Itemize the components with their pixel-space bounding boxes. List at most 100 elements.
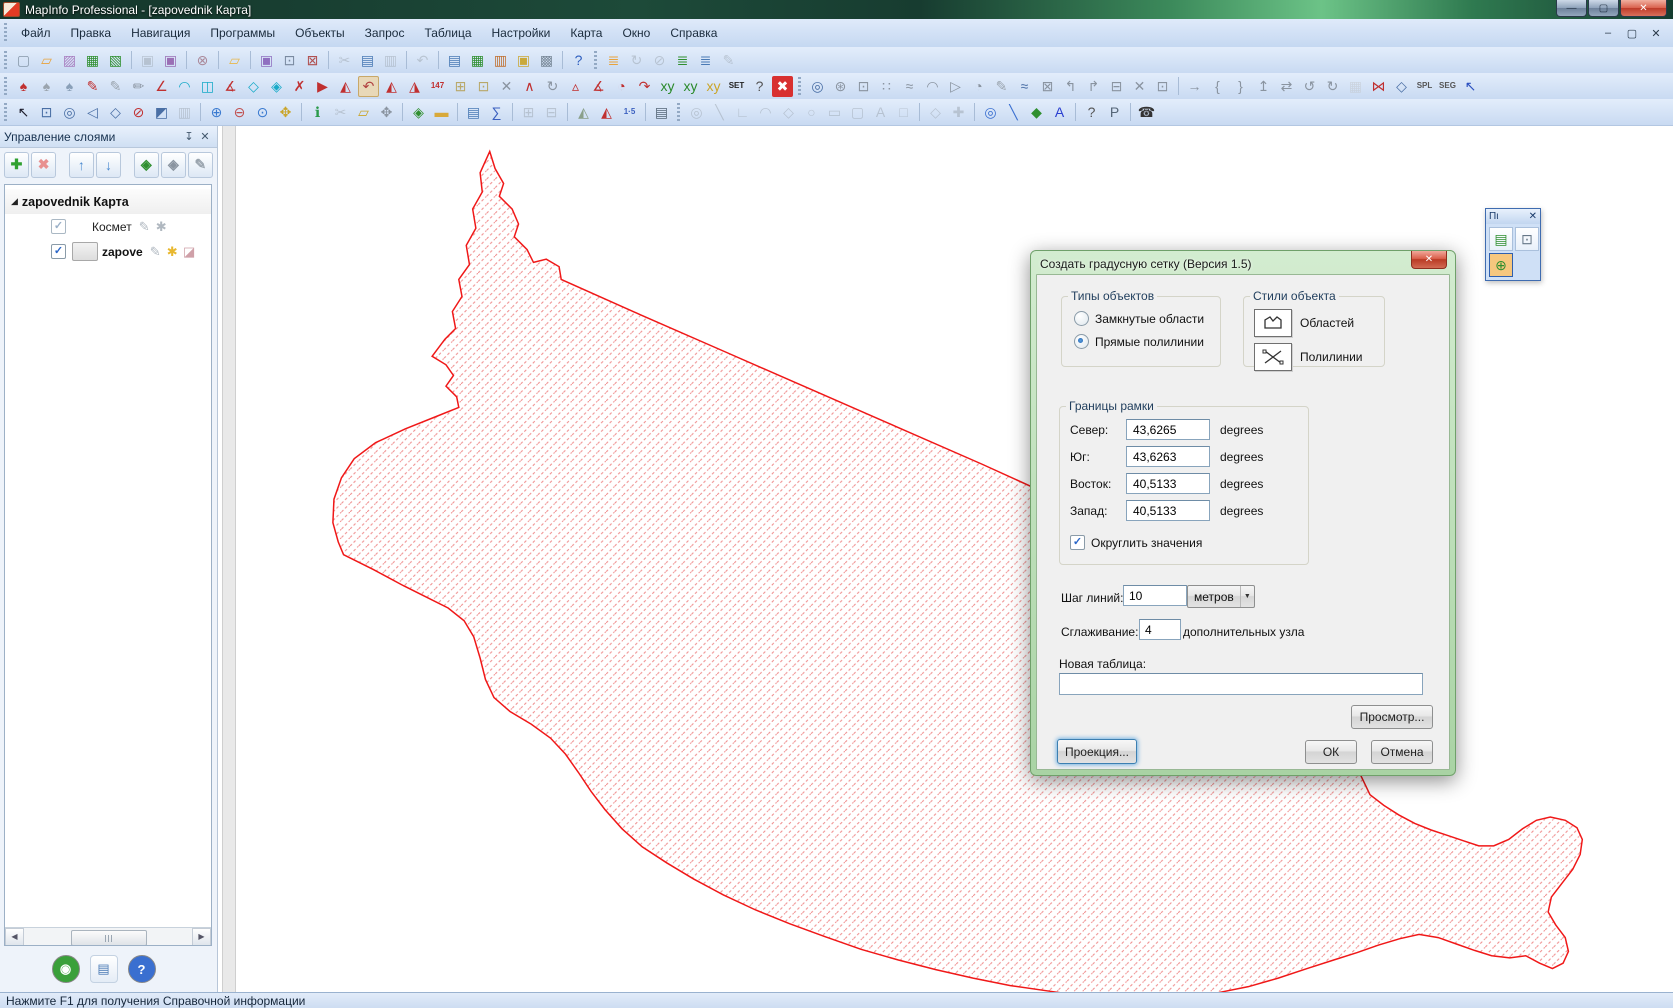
percent-box-icon[interactable]: ⊟ — [1106, 76, 1127, 97]
round-values-checkbox[interactable] — [1070, 535, 1085, 550]
ruler-icon[interactable]: ▬ — [431, 102, 452, 123]
step-input[interactable] — [1123, 585, 1187, 606]
menu-item-4[interactable]: Объекты — [285, 20, 355, 47]
close-button[interactable]: ✕ — [1620, 0, 1667, 17]
smoothing-input[interactable] — [1139, 619, 1181, 640]
mirror-object-icon[interactable]: ◭ — [335, 76, 356, 97]
menu-item-5[interactable]: Запрос — [355, 20, 415, 47]
drag-map-window-icon[interactable]: ✥ — [376, 102, 397, 123]
layer-style-swatch[interactable] — [72, 242, 98, 261]
angle-query-icon[interactable]: ∠ — [151, 76, 172, 97]
apply-style-gray-icon[interactable]: ✎ — [105, 76, 126, 97]
mdi-minimize-button[interactable]: – — [1601, 27, 1615, 40]
checker-box-icon[interactable]: ⊠ — [1037, 76, 1058, 97]
pin-icon[interactable]: ↧ — [181, 130, 197, 143]
small-cross-icon[interactable]: ✕ — [1129, 76, 1150, 97]
palette-query-icon[interactable]: ◔ — [968, 76, 989, 97]
angle-dimension-icon[interactable]: ∡ — [588, 76, 609, 97]
hotlink-phone-icon[interactable]: ☎ — [1136, 102, 1157, 123]
arrow-box-icon[interactable]: ▷ — [945, 76, 966, 97]
grid-settings-icon[interactable]: ⊡ — [1515, 227, 1539, 251]
new-layout-icon[interactable]: ▣ — [513, 50, 534, 71]
autolabel-star-icon[interactable]: ✱ — [164, 244, 181, 260]
menu-item-9[interactable]: Окно — [612, 20, 660, 47]
radio-closed-regions[interactable]: Замкнутые области — [1074, 311, 1220, 326]
snap-settings-icon[interactable]: ⊛ — [830, 76, 851, 97]
panel-close-icon[interactable]: ✕ — [197, 130, 213, 143]
dome-icon[interactable]: ◠ — [922, 76, 943, 97]
offset-dimension-icon[interactable]: ⊡ — [473, 76, 494, 97]
region-style-icon[interactable]: ◆ — [1026, 102, 1047, 123]
mapcad-help-2-icon[interactable]: ? — [1081, 102, 1102, 123]
help-contents-icon[interactable]: ? — [568, 50, 589, 71]
arc-ccw-icon[interactable]: ↺ — [1299, 76, 1320, 97]
set-coordinate-icon[interactable]: SET — [726, 76, 747, 97]
link-nodes-icon[interactable]: ⋈ — [1368, 76, 1389, 97]
distance-scale-icon[interactable]: ◭ — [596, 102, 617, 123]
autolabel-icon[interactable]: ✱ — [153, 219, 170, 235]
mdi-restore-button[interactable]: ▢ — [1625, 27, 1639, 40]
step-units-select[interactable]: метров ▼ — [1187, 585, 1255, 608]
layer-tree-root[interactable]: ◢ zapovednik Карта — [5, 189, 211, 214]
layer-row-zapovednik[interactable]: zapove ✎ ✱ ◪ — [5, 239, 211, 264]
pencil-gray-icon[interactable]: ✎ — [991, 76, 1012, 97]
xy-circle-icon[interactable]: xy — [703, 76, 724, 97]
menu-item-7[interactable]: Настройки — [482, 20, 561, 47]
copy-icon[interactable]: ▤ — [357, 50, 378, 71]
edit-style-icon[interactable]: ✎ — [136, 219, 153, 235]
xy-line-icon[interactable]: xy — [657, 76, 678, 97]
add-layer-icon[interactable]: ✚ — [4, 152, 29, 178]
remove-layer-icon[interactable]: ✖ — [31, 152, 56, 178]
split-object-icon[interactable]: SPL — [1414, 76, 1435, 97]
select-icon[interactable]: ↖ — [13, 102, 34, 123]
scale-bar-icon[interactable]: 1·5 — [619, 102, 640, 123]
text-style-icon[interactable]: A — [1049, 102, 1070, 123]
hscroll-thumb[interactable] — [71, 930, 147, 946]
polyline-style-button[interactable] — [1254, 343, 1292, 371]
menu-item-10[interactable]: Справка — [660, 20, 727, 47]
menu-item-3[interactable]: Программы — [200, 20, 285, 47]
layer-tree-hscrollbar[interactable]: ◀ ▶ — [5, 927, 211, 945]
copy-frame-icon[interactable]: ⊡ — [853, 76, 874, 97]
south-input[interactable] — [1126, 446, 1210, 467]
zoom-in-icon[interactable]: ⊕ — [206, 102, 227, 123]
line-style-icon[interactable]: ╲ — [1003, 102, 1024, 123]
triangle-left-icon[interactable]: ◭ — [381, 76, 402, 97]
cross-section-icon[interactable]: ✕ — [496, 76, 517, 97]
menu-item-8[interactable]: Карта — [560, 20, 612, 47]
close-universal-link-icon[interactable]: ⊗ — [192, 50, 213, 71]
radius-select-icon[interactable]: ◎ — [59, 102, 80, 123]
block-move-icon[interactable]: ↥ — [1253, 76, 1274, 97]
coordinate-label-icon[interactable]: 147 — [427, 76, 448, 97]
boundary-select-icon[interactable]: ◇ — [105, 102, 126, 123]
fillet-corner-icon[interactable]: ◠ — [174, 76, 195, 97]
swap-arrows-icon[interactable]: ⇄ — [1276, 76, 1297, 97]
show-legend-icon[interactable]: ▤ — [463, 102, 484, 123]
new-table-icon[interactable]: ▢ — [13, 50, 34, 71]
marquee-select-icon[interactable]: ⊡ — [36, 102, 57, 123]
new-grapher-icon[interactable]: ▥ — [490, 50, 511, 71]
brace-left-icon[interactable]: { — [1207, 76, 1228, 97]
panel-splitter[interactable] — [222, 126, 236, 992]
triangle-right-icon[interactable]: ◮ — [404, 76, 425, 97]
minimize-button[interactable]: — — [1556, 0, 1587, 17]
layer-labels-icon[interactable]: ✎ — [188, 152, 213, 178]
save-copy-as-icon[interactable]: ▣ — [160, 50, 181, 71]
unselect-all-icon[interactable]: ⊘ — [128, 102, 149, 123]
rotate-rectangle-query-icon[interactable]: ◈ — [266, 76, 287, 97]
mapcad-help-icon[interactable]: ? — [749, 76, 770, 97]
save-workspace-icon[interactable]: ▣ — [256, 50, 277, 71]
layer-visible-checkbox[interactable] — [51, 219, 66, 234]
box-query-icon[interactable]: ⊡ — [1152, 76, 1173, 97]
peaks-icon[interactable]: ∧ — [519, 76, 540, 97]
open-web-map-service-icon[interactable]: ▦ — [82, 50, 103, 71]
clip-region-on-off-icon[interactable]: ◭ — [573, 102, 594, 123]
new-table-input[interactable] — [1059, 673, 1423, 695]
edit-style-icon[interactable]: ✎ — [147, 244, 164, 260]
zoom-query-icon[interactable]: ⊙ — [252, 102, 273, 123]
brace-right-icon[interactable]: } — [1230, 76, 1251, 97]
menu-item-2[interactable]: Навигация — [121, 20, 200, 47]
arc-segment-icon[interactable]: ↷ — [634, 76, 655, 97]
polygon-select-icon[interactable]: ◁ — [82, 102, 103, 123]
round-values-row[interactable]: Округлить значения — [1070, 535, 1308, 550]
